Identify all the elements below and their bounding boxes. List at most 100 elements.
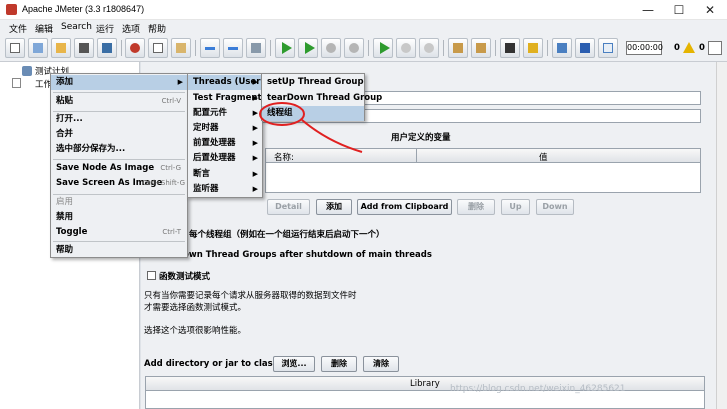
functional-mode-checkbox[interactable] (147, 271, 156, 280)
jmeter-app-icon (6, 4, 17, 15)
search-button[interactable] (500, 38, 520, 58)
watermark: https://blog.csdn.net/weixin_46285621 (450, 384, 626, 394)
toggle-icon (251, 43, 261, 53)
stop-button[interactable] (321, 38, 341, 58)
remote-start-button[interactable] (373, 38, 393, 58)
save-image-button[interactable] (97, 38, 117, 58)
menu-item-add[interactable]: 添加 ▶ (51, 75, 187, 90)
menu-item-paste[interactable]: 粘贴 Ctrl-V (51, 94, 187, 109)
elapsed-timer: 00:00:00 (626, 41, 663, 55)
shutdown-button[interactable] (344, 38, 364, 58)
start-button[interactable] (275, 38, 295, 58)
submenu-threads[interactable]: Threads (Users) ▶ (188, 75, 269, 90)
submenu-arrow-icon: ▶ (177, 78, 183, 86)
add-from-clipboard-button[interactable]: Add from Clipboard (357, 199, 452, 215)
threads-status-icon (708, 41, 722, 55)
menu-run[interactable]: 运行 (96, 22, 114, 35)
vars-table-body[interactable] (265, 163, 701, 193)
start-no-pause-button[interactable] (298, 38, 318, 58)
menu-bar: 文件 编辑 Search 运行 选项 帮助 (0, 20, 727, 35)
title-bar: Apache JMeter (3.3 r1808647) — ☐ ✕ (0, 0, 727, 20)
menu-item-help[interactable]: 帮助 (51, 243, 187, 258)
col-value-header: 值 (539, 153, 548, 163)
remote-shutdown-icon (424, 43, 434, 53)
maximize-button[interactable]: ☐ (664, 1, 694, 19)
remote-stop-button[interactable] (396, 38, 416, 58)
annotation-arrow (301, 119, 363, 153)
menu-item-save-selection[interactable]: 选中部分保存为... (51, 142, 187, 157)
menu-options[interactable]: 选项 (122, 22, 140, 35)
menu-edit[interactable]: 编辑 (35, 22, 53, 35)
function-helper-button[interactable] (552, 38, 572, 58)
play-icon (282, 42, 292, 54)
teardown-label[interactable]: Down Thread Groups after shutdown of mai… (176, 250, 432, 260)
save-button[interactable] (74, 38, 94, 58)
run-sequential-label[interactable]: 每个线程组（例如在一个组运行结束后启动下一个） (189, 228, 385, 240)
toggle-button[interactable] (246, 38, 266, 58)
play-timer-icon (305, 42, 315, 54)
open-button[interactable] (51, 38, 71, 58)
classpath-clear-button[interactable]: 清除 (363, 356, 399, 372)
new-file-icon (10, 43, 20, 53)
templates-icon (33, 43, 43, 53)
menu-file[interactable]: 文件 (9, 22, 27, 35)
toolbar (0, 35, 727, 62)
add-variable-button[interactable]: 添加 (316, 199, 352, 215)
clear-all-button[interactable] (471, 38, 491, 58)
minus-icon (228, 47, 238, 50)
collapse-button[interactable] (223, 38, 243, 58)
broom-search-icon (528, 43, 538, 53)
vertical-scrollbar[interactable] (716, 62, 727, 409)
reset-search-button[interactable] (523, 38, 543, 58)
submenu-config-element[interactable]: 配置元件 ▶ (188, 106, 262, 121)
log-viewer-button[interactable] (598, 38, 618, 58)
warning-icon[interactable] (683, 42, 695, 53)
submenu-listener[interactable]: 监听器 ▶ (188, 182, 262, 197)
copy-icon (153, 43, 163, 53)
minimize-button[interactable]: — (633, 1, 663, 19)
submenu-assertion[interactable]: 断言 ▶ (188, 167, 262, 182)
folder-icon (56, 43, 66, 53)
stop-icon (326, 43, 336, 53)
menu-item-disable[interactable]: 禁用 (51, 210, 187, 225)
window-title: Apache JMeter (3.3 r1808647) (22, 4, 145, 14)
paste-button[interactable] (171, 38, 191, 58)
menu-item-save-screen-image[interactable]: Save Screen As Image Ctrl+Shift-G (51, 176, 187, 191)
menu-item-enable[interactable]: 启用 (51, 195, 187, 210)
paste-icon (176, 43, 186, 53)
broom-icon (453, 43, 463, 53)
remote-shutdown-button[interactable] (419, 38, 439, 58)
submenu-timer[interactable]: 定时器 ▶ (188, 121, 262, 136)
detail-button[interactable]: Detail (267, 199, 310, 215)
classpath-delete-button[interactable]: 删除 (321, 356, 357, 372)
log-icon (603, 43, 613, 53)
menu-help[interactable]: 帮助 (148, 22, 166, 35)
cut-button[interactable] (125, 38, 145, 58)
templates-button[interactable] (28, 38, 48, 58)
down-button[interactable]: Down (536, 199, 574, 215)
browse-button[interactable]: 浏览... (273, 356, 315, 372)
remote-play-icon (380, 42, 390, 54)
menu-search[interactable]: Search (61, 22, 92, 32)
binoculars-icon (505, 43, 515, 53)
copy-button[interactable] (148, 38, 168, 58)
new-button[interactable] (5, 38, 25, 58)
annotation-overlay (259, 102, 363, 153)
up-button[interactable]: Up (501, 199, 530, 215)
menu-item-merge[interactable]: 合并 (51, 127, 187, 142)
submenu-post-processor[interactable]: 后置处理器 ▶ (188, 151, 262, 166)
delete-variable-button[interactable]: 删除 (457, 199, 495, 215)
close-button[interactable]: ✕ (695, 1, 725, 19)
expand-button[interactable] (200, 38, 220, 58)
menu-item-toggle[interactable]: Toggle Ctrl-T (51, 225, 187, 240)
submenu-test-fragment[interactable]: Test Fragment ▶ (188, 91, 262, 106)
submenu-setup-thread-group[interactable]: setUp Thread Group (262, 75, 364, 90)
note-line-3: 选择这个选项很影响性能。 (144, 326, 247, 336)
menu-item-open[interactable]: 打开... (51, 112, 187, 127)
submenu-pre-processor[interactable]: 前置处理器 ▶ (188, 136, 262, 151)
menu-item-save-node-image[interactable]: Save Node As Image Ctrl-G (51, 161, 187, 176)
scissors-icon (130, 43, 140, 53)
note-line-1: 只有当你需要记录每个请求从服务器取得的数据到文件时 (144, 291, 357, 301)
help-button[interactable] (575, 38, 595, 58)
clear-button[interactable] (448, 38, 468, 58)
